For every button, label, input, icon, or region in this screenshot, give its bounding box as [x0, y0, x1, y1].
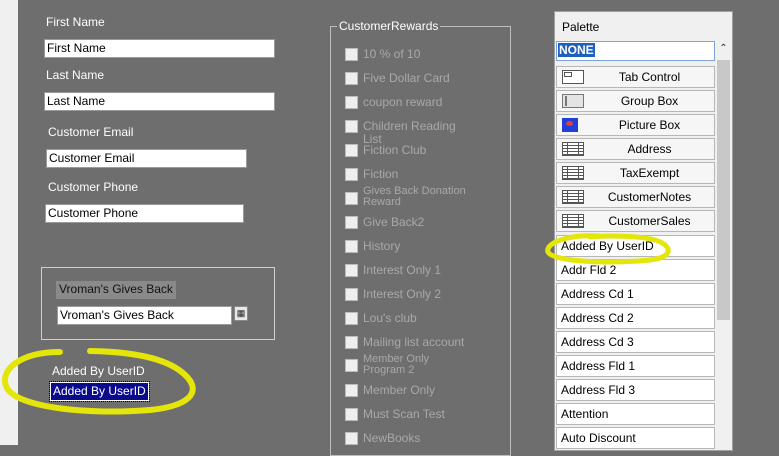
palette-title: Palette	[562, 20, 600, 34]
checkbox-box[interactable]	[345, 48, 358, 61]
reward-label: Member Only Program 2	[363, 353, 430, 376]
palette-field-item[interactable]: Address Cd 2	[556, 307, 715, 329]
palette-field-item[interactable]: Addr Fld 2	[556, 259, 715, 281]
palette-tool-tab-control[interactable]: Tab Control	[556, 66, 715, 88]
palette-tool-label: Picture Box	[618, 118, 681, 132]
reward-label: Lou's club	[363, 311, 417, 325]
palette-tool-label: CustomerNotes	[607, 190, 692, 204]
left-margin	[0, 0, 18, 445]
reward-label: Mailing list account	[363, 335, 465, 349]
checkbox-box[interactable]	[345, 264, 358, 277]
palette-field-item[interactable]: Added By UserID	[556, 235, 715, 257]
added-by-label: Added By UserID	[52, 364, 145, 378]
palette-filter-value: NONE	[558, 43, 595, 57]
grid-icon	[562, 142, 584, 156]
reward-label: Give Back2	[363, 215, 425, 229]
palette-tool-label: Tab Control	[618, 70, 681, 84]
reward-label: Must Scan Test	[363, 407, 445, 421]
grid-icon	[562, 166, 584, 180]
checkbox-box[interactable]	[345, 240, 358, 253]
last-name-label: Last Name	[46, 68, 105, 82]
first-name-field[interactable]: First Name	[44, 39, 275, 58]
reward-label: Interest Only 1	[363, 263, 442, 277]
palette-tool-label: CustomerSales	[608, 214, 691, 228]
checkbox-box[interactable]	[345, 408, 358, 421]
added-by-field[interactable]: Added By UserID	[49, 381, 150, 402]
customer-email-label: Customer Email	[48, 125, 134, 139]
checkbox-box[interactable]	[345, 96, 358, 109]
reward-label: Interest Only 2	[363, 287, 442, 301]
customer-phone-label: Customer Phone	[48, 180, 139, 194]
checkbox-box[interactable]	[345, 216, 358, 229]
palette-tool-picture-box[interactable]: Picture Box	[556, 114, 715, 136]
palette-tool-taxexempt[interactable]: TaxExempt	[556, 162, 715, 184]
grid-icon	[562, 190, 584, 204]
checkbox-box[interactable]	[345, 72, 358, 85]
reward-label: NewBooks	[363, 431, 421, 445]
reward-label: Fiction	[363, 167, 399, 181]
grid-icon	[562, 214, 584, 228]
checkbox-box[interactable]	[345, 359, 358, 372]
customer-phone-field[interactable]: Customer Phone	[45, 204, 244, 223]
gives-back-field[interactable]: Vroman's Gives Back	[57, 306, 232, 325]
reward-label: Five Dollar Card	[363, 71, 450, 85]
checkbox-box[interactable]	[345, 144, 358, 157]
reward-label: 10 % of 10	[363, 47, 421, 61]
checkbox-box[interactable]	[345, 192, 358, 205]
reward-label: Gives Back Donation Reward	[363, 185, 466, 208]
palette-tool-label: Group Box	[620, 94, 679, 108]
checkbox-box[interactable]	[345, 336, 358, 349]
lookup-button[interactable]: ▦	[234, 306, 248, 321]
palette-field-item[interactable]: Address Fld 3	[556, 379, 715, 401]
checkbox-box[interactable]	[345, 432, 358, 445]
palette-field-item[interactable]: Address Cd 1	[556, 283, 715, 305]
palette-field-item[interactable]: Address Cd 3	[556, 331, 715, 353]
palette-field-item[interactable]: Attention	[556, 403, 715, 425]
checkbox-box[interactable]	[345, 312, 358, 325]
palette-field-item[interactable]: Auto Discount	[556, 427, 715, 449]
palette-tool-customernotes[interactable]: CustomerNotes	[556, 186, 715, 208]
customer-rewards-legend: CustomerRewards	[337, 19, 441, 33]
scroll-up-icon[interactable]: ⌃	[716, 43, 731, 58]
reward-label: Fiction Club	[363, 143, 427, 157]
reward-label: History	[363, 239, 401, 253]
checkbox-box[interactable]	[345, 168, 358, 181]
group-box-icon	[562, 94, 584, 108]
reward-label: Member Only	[363, 383, 436, 397]
customer-email-field[interactable]: Customer Email	[46, 149, 247, 168]
reward-label: coupon reward	[363, 95, 443, 109]
tab-control-icon	[562, 70, 584, 84]
palette-tool-customersales[interactable]: CustomerSales	[556, 210, 715, 232]
palette-tool-address[interactable]: Address	[556, 138, 715, 160]
gives-back-title: Vroman's Gives Back	[56, 281, 176, 299]
palette-field-item[interactable]: Address Fld 1	[556, 355, 715, 377]
palette-tool-label: Address	[627, 142, 672, 156]
scroll-thumb[interactable]	[717, 60, 730, 320]
checkbox-box[interactable]	[345, 288, 358, 301]
gives-back-panel	[41, 267, 275, 340]
palette-tool-group-box[interactable]: Group Box	[556, 90, 715, 112]
palette-filter-input[interactable]: NONE	[556, 41, 715, 61]
first-name-label: First Name	[46, 15, 105, 29]
checkbox-box[interactable]	[345, 120, 358, 133]
palette-tool-label: TaxExempt	[619, 166, 680, 180]
picture-box-icon	[562, 118, 578, 132]
last-name-field[interactable]: Last Name	[44, 92, 275, 111]
checkbox-box[interactable]	[345, 384, 358, 397]
